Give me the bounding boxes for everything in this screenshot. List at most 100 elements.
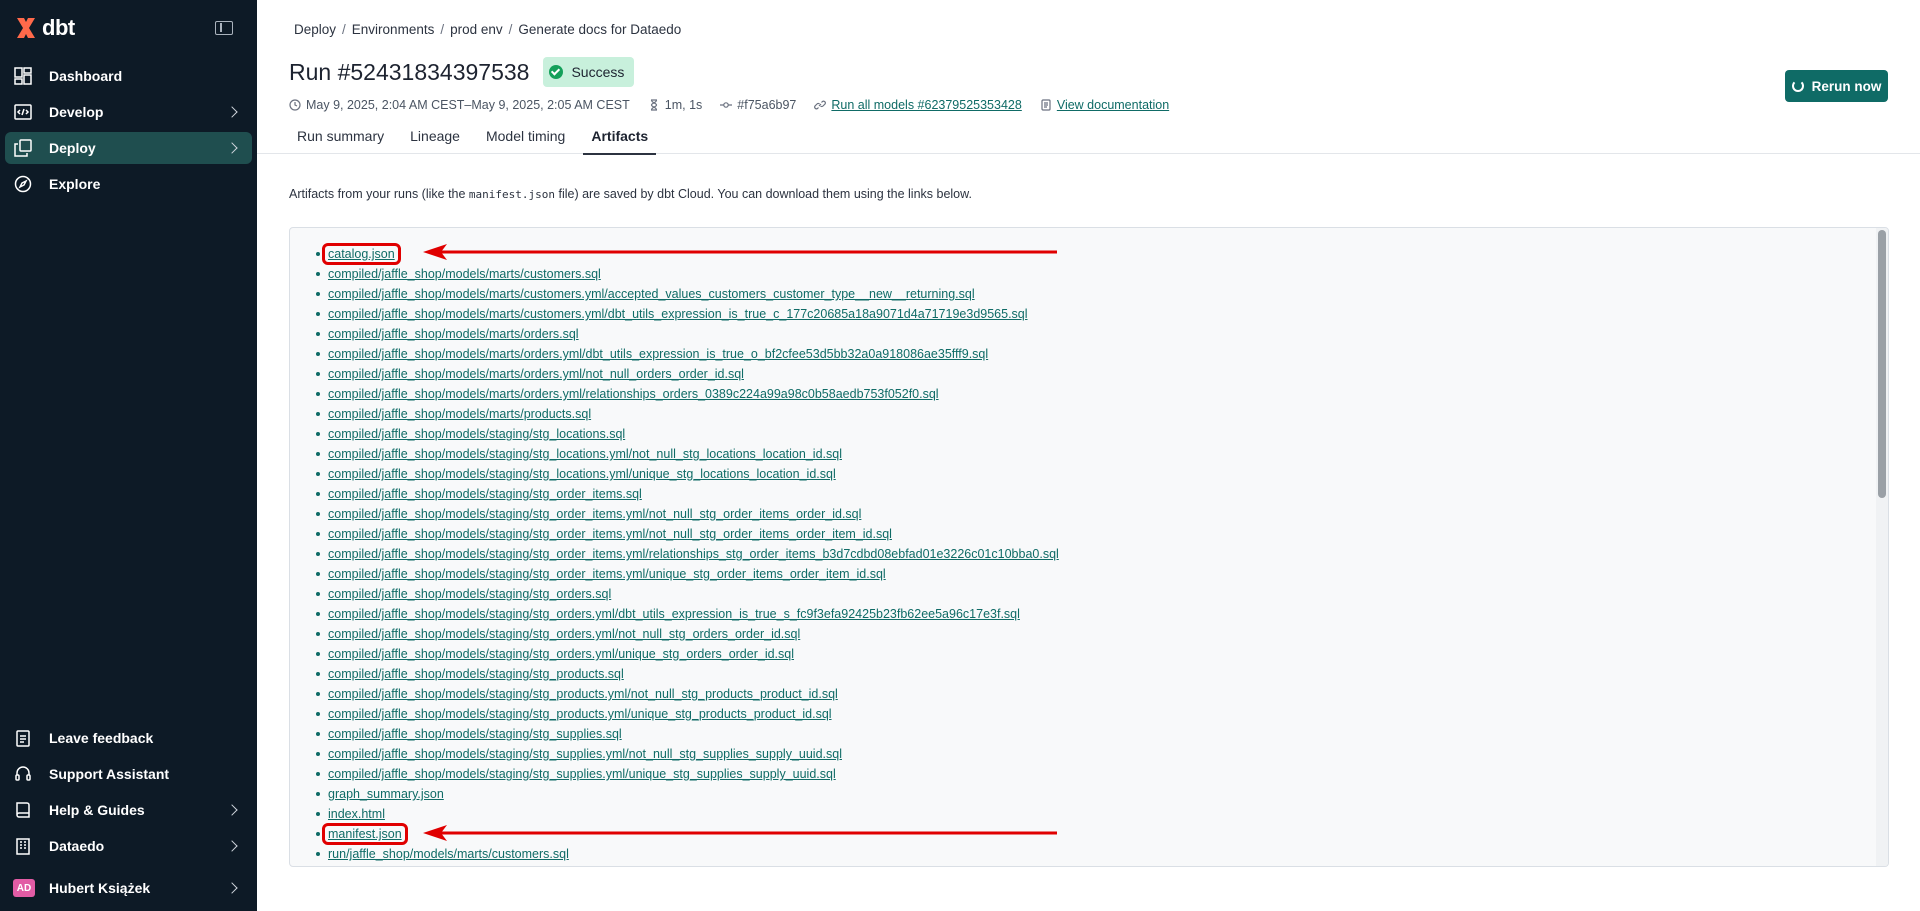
view-documentation-link[interactable]: View documentation [1057, 98, 1169, 112]
artifact-link[interactable]: compiled/jaffle_shop/models/staging/stg_… [328, 587, 611, 601]
rerun-now-button[interactable]: Rerun now [1785, 70, 1888, 102]
artifact-item: compiled/jaffle_shop/models/marts/orders… [316, 324, 1888, 344]
dbt-logo-icon[interactable] [14, 16, 38, 40]
book-icon [13, 800, 33, 820]
artifact-link[interactable]: compiled/jaffle_shop/models/staging/stg_… [328, 767, 836, 781]
collapse-sidebar-icon[interactable] [215, 21, 233, 35]
bottom-nav: Leave feedback Support Assistant Help & … [0, 722, 257, 866]
artifact-link[interactable]: run/jaffle_shop/models/marts/customers.s… [328, 847, 569, 861]
artifact-link[interactable]: compiled/jaffle_shop/models/staging/stg_… [328, 427, 625, 441]
artifact-link[interactable]: compiled/jaffle_shop/models/marts/produc… [328, 407, 591, 421]
sidebar-item-explore[interactable]: Explore [5, 168, 252, 200]
annotation-arrow-catalog [423, 244, 1057, 260]
sidebar-item-dashboard[interactable]: Dashboard [5, 60, 252, 92]
artifact-link[interactable]: compiled/jaffle_shop/models/staging/stg_… [328, 627, 800, 641]
artifact-link[interactable]: catalog.json [322, 243, 401, 265]
artifact-item: compiled/jaffle_shop/models/staging/stg_… [316, 504, 1888, 524]
user-menu[interactable]: AD Hubert Książek [5, 873, 252, 903]
artifact-link[interactable]: compiled/jaffle_shop/models/marts/orders… [328, 327, 579, 341]
artifact-link[interactable]: compiled/jaffle_shop/models/staging/stg_… [328, 687, 838, 701]
breadcrumb-job[interactable]: Generate docs for Dataedo [518, 22, 681, 37]
sidebar-item-label: Leave feedback [49, 730, 154, 746]
tab-lineage[interactable]: Lineage [410, 128, 460, 154]
run-docs-link[interactable]: View documentation [1040, 98, 1169, 112]
logo-row: dbt [0, 0, 257, 56]
artifact-item: compiled/jaffle_shop/models/staging/stg_… [316, 624, 1888, 644]
tab-model-timing[interactable]: Model timing [486, 128, 565, 154]
sidebar-item-label: Develop [49, 104, 104, 120]
sidebar-item-help-guides[interactable]: Help & Guides [5, 794, 252, 826]
sidebar-item-support-assistant[interactable]: Support Assistant [5, 758, 252, 790]
avatar: AD [13, 879, 35, 897]
scrollbar-thumb[interactable] [1878, 230, 1886, 498]
artifact-link[interactable]: manifest.json [322, 823, 408, 845]
scrollbar[interactable] [1876, 228, 1888, 866]
breadcrumb-environments[interactable]: Environments [352, 22, 435, 37]
intro-text-before: Artifacts from your runs (like the [289, 187, 469, 201]
artifact-link[interactable]: compiled/jaffle_shop/models/marts/orders… [328, 347, 988, 361]
artifact-link[interactable]: compiled/jaffle_shop/models/marts/orders… [328, 367, 744, 381]
artifact-link[interactable]: compiled/jaffle_shop/models/staging/stg_… [328, 547, 1059, 561]
artifact-item: compiled/jaffle_shop/models/marts/orders… [316, 364, 1888, 384]
commit-text: #f75a6b97 [737, 98, 797, 112]
sidebar-item-label: Explore [49, 176, 101, 192]
artifact-link[interactable]: compiled/jaffle_shop/models/staging/stg_… [328, 607, 1020, 621]
clipboard-icon [13, 728, 33, 748]
artifact-link[interactable]: compiled/jaffle_shop/models/staging/stg_… [328, 507, 861, 521]
run-job-link[interactable]: Run all models #62379525353428 [814, 98, 1022, 112]
artifact-item: compiled/jaffle_shop/models/staging/stg_… [316, 644, 1888, 664]
chevron-right-icon [226, 882, 238, 894]
artifact-link[interactable]: compiled/jaffle_shop/models/marts/custom… [328, 307, 1028, 321]
artifact-link[interactable]: compiled/jaffle_shop/models/staging/stg_… [328, 527, 892, 541]
chevron-right-icon [226, 840, 238, 852]
brand-name: dbt [42, 15, 75, 40]
tab-run-summary[interactable]: Run summary [297, 128, 384, 154]
artifact-item: compiled/jaffle_shop/models/staging/stg_… [316, 744, 1888, 764]
artifact-link[interactable]: compiled/jaffle_shop/models/staging/stg_… [328, 707, 832, 721]
artifact-item: compiled/jaffle_shop/models/staging/stg_… [316, 664, 1888, 684]
artifact-link[interactable]: compiled/jaffle_shop/models/staging/stg_… [328, 647, 794, 661]
rerun-label: Rerun now [1811, 78, 1882, 94]
building-icon [13, 836, 33, 856]
run-commit: #f75a6b97 [720, 98, 796, 112]
artifact-link[interactable]: compiled/jaffle_shop/models/staging/stg_… [328, 747, 842, 761]
artifact-item: compiled/jaffle_shop/models/marts/custom… [316, 304, 1888, 324]
sidebar: dbt Dashboard Develop Deploy Explore Lea… [0, 0, 257, 911]
artifact-item: compiled/jaffle_shop/models/marts/orders… [316, 384, 1888, 404]
artifact-list: catalog.json compiled/jaffle_shop/models/… [290, 228, 1888, 864]
artifact-link[interactable]: index.html [328, 807, 385, 821]
artifact-item: compiled/jaffle_shop/models/staging/stg_… [316, 484, 1888, 504]
job-link[interactable]: Run all models #62379525353428 [831, 98, 1021, 112]
artifact-link[interactable]: compiled/jaffle_shop/models/staging/stg_… [328, 567, 886, 581]
sidebar-item-deploy[interactable]: Deploy [5, 132, 252, 164]
commit-icon [720, 99, 733, 111]
artifact-link[interactable]: compiled/jaffle_shop/models/staging/stg_… [328, 667, 624, 681]
run-time-range: May 9, 2025, 2:04 AM CEST–May 9, 2025, 2… [289, 98, 630, 112]
artifact-link[interactable]: compiled/jaffle_shop/models/staging/stg_… [328, 467, 836, 481]
artifact-link[interactable]: compiled/jaffle_shop/models/marts/custom… [328, 267, 601, 281]
run-metadata: May 9, 2025, 2:04 AM CEST–May 9, 2025, 2… [289, 98, 1187, 112]
artifact-item: compiled/jaffle_shop/models/staging/stg_… [316, 564, 1888, 584]
artifact-link[interactable]: compiled/jaffle_shop/models/marts/custom… [328, 287, 975, 301]
sidebar-item-dataedo[interactable]: Dataedo [5, 830, 252, 862]
clock-icon [289, 99, 301, 111]
tab-artifacts[interactable]: Artifacts [583, 128, 656, 155]
artifact-item: compiled/jaffle_shop/models/staging/stg_… [316, 684, 1888, 704]
artifact-link[interactable]: compiled/jaffle_shop/models/staging/stg_… [328, 487, 642, 501]
artifact-item: compiled/jaffle_shop/models/staging/stg_… [316, 424, 1888, 444]
breadcrumb-deploy[interactable]: Deploy [294, 22, 336, 37]
sidebar-item-leave-feedback[interactable]: Leave feedback [5, 722, 252, 754]
artifact-item: compiled/jaffle_shop/models/staging/stg_… [316, 464, 1888, 484]
artifact-link[interactable]: graph_summary.json [328, 787, 444, 801]
artifact-link[interactable]: compiled/jaffle_shop/models/staging/stg_… [328, 727, 622, 741]
sidebar-item-develop[interactable]: Develop [5, 96, 252, 128]
check-circle-icon [549, 65, 564, 79]
time-range-text: May 9, 2025, 2:04 AM CEST–May 9, 2025, 2… [306, 98, 630, 112]
annotation-arrow-manifest [423, 825, 1057, 841]
artifact-item: compiled/jaffle_shop/models/staging/stg_… [316, 584, 1888, 604]
artifact-item: compiled/jaffle_shop/models/marts/custom… [316, 264, 1888, 284]
artifact-link[interactable]: compiled/jaffle_shop/models/staging/stg_… [328, 447, 842, 461]
artifact-link[interactable]: compiled/jaffle_shop/models/marts/orders… [328, 387, 939, 401]
breadcrumb-separator: / [440, 22, 445, 37]
breadcrumb-environment[interactable]: prod env [450, 22, 503, 37]
